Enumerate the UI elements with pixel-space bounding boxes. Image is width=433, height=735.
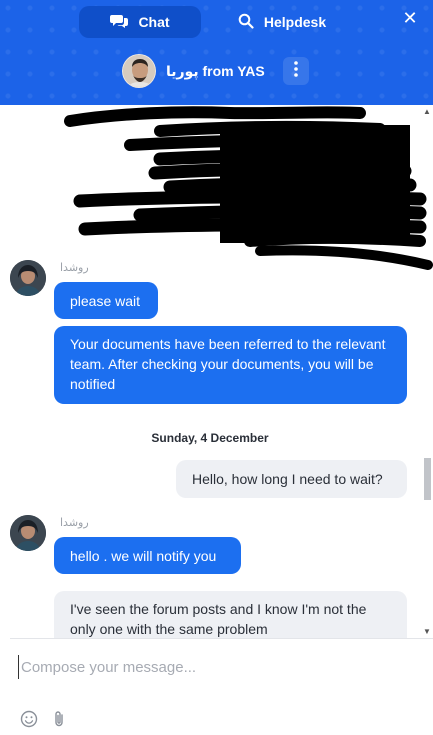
tab-helpdesk[interactable]: Helpdesk xyxy=(226,6,338,38)
tab-chat-label: Chat xyxy=(138,14,170,30)
message-text: I've seen the forum posts and I know I'm… xyxy=(70,601,367,637)
message-text: hello . we will notify you xyxy=(70,547,217,564)
more-options-button[interactable] xyxy=(283,57,309,85)
redaction-scribble xyxy=(64,106,433,270)
message-text: Your documents have been referred to the… xyxy=(70,336,386,392)
emoji-icon[interactable] xyxy=(20,710,38,728)
compose-input[interactable] xyxy=(18,655,413,679)
search-icon xyxy=(238,13,254,32)
sender-avatar xyxy=(10,515,46,551)
scroll-up-icon[interactable]: ▲ xyxy=(422,108,432,116)
more-vertical-icon xyxy=(294,60,298,82)
agent-avatar xyxy=(122,54,156,88)
agent-message: hello . we will notify you xyxy=(54,537,241,574)
agent-message: Your documents have been referred to the… xyxy=(54,326,407,404)
tab-helpdesk-label: Helpdesk xyxy=(263,14,327,30)
message-list[interactable]: روشدا please wait Your documents have be… xyxy=(0,105,433,638)
scroll-down-icon[interactable]: ▼ xyxy=(422,628,432,636)
user-message: Hello, how long I need to wait? xyxy=(176,460,407,498)
sender-avatar xyxy=(10,260,46,296)
agent-message: please wait xyxy=(54,282,158,319)
message-text: please wait xyxy=(70,292,141,309)
sender-name: روشدا xyxy=(60,262,89,274)
chat-bubbles-icon xyxy=(110,13,129,32)
agent-label: پوریا from YAS xyxy=(166,62,265,79)
scroll-thumb[interactable] xyxy=(424,458,431,500)
message-scrollbar[interactable]: ▲ ▼ xyxy=(421,108,433,638)
tab-chat[interactable]: Chat xyxy=(79,6,201,38)
chat-header: Chat Helpdesk ✕ پوریا from YAS xyxy=(0,0,433,105)
sender-name: روشدا xyxy=(60,517,89,529)
close-icon[interactable]: ✕ xyxy=(399,6,421,30)
composer xyxy=(10,638,433,735)
date-separator: Sunday, 4 December xyxy=(151,431,269,445)
message-text: Hello, how long I need to wait? xyxy=(192,471,383,487)
attachment-icon[interactable] xyxy=(50,710,68,728)
agent-info: پوریا from YAS xyxy=(122,54,265,88)
user-message: I've seen the forum posts and I know I'm… xyxy=(54,591,407,638)
